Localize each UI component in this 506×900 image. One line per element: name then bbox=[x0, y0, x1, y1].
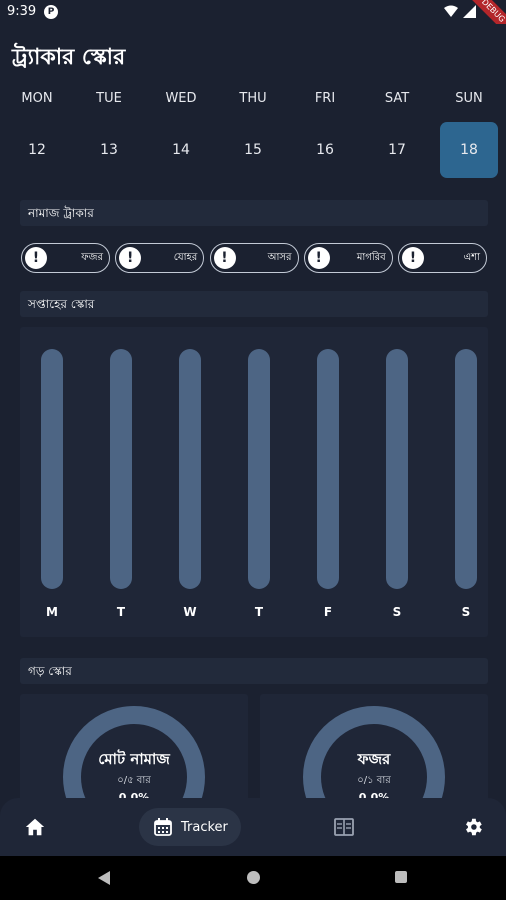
prayer-chip[interactable]: ! মাগরিব bbox=[303, 243, 393, 273]
weekly-score-header: সপ্তাহের স্কোর bbox=[20, 291, 488, 317]
settings-icon[interactable] bbox=[462, 816, 484, 838]
score-bar bbox=[455, 349, 477, 589]
status-time: 9:39 bbox=[7, 4, 37, 19]
day-mon[interactable]: MON 12 bbox=[8, 88, 66, 178]
system-navigation-bar bbox=[0, 856, 506, 900]
system-home-icon[interactable] bbox=[247, 871, 260, 884]
prayer-chip-label: এশা bbox=[463, 251, 480, 263]
recent-apps-icon[interactable] bbox=[395, 871, 407, 883]
exclamation-icon: ! bbox=[307, 247, 330, 269]
score-bar-label: T bbox=[254, 605, 264, 619]
prayer-chip[interactable]: ! এশা bbox=[398, 243, 487, 273]
back-icon[interactable] bbox=[97, 870, 111, 886]
prayer-chip[interactable]: ! আসর bbox=[209, 243, 299, 273]
average-score-header: গড় স্কোর bbox=[20, 658, 488, 684]
day-name: SAT bbox=[384, 91, 410, 106]
score-bar-label: S bbox=[392, 605, 402, 619]
day-sat[interactable]: SAT 17 bbox=[368, 88, 426, 178]
exclamation-icon: ! bbox=[25, 247, 47, 269]
weekly-score-chart: MTWTFSS bbox=[20, 327, 488, 637]
week-calendar: MON 12 TUE 13 WED 14 THU 15 FRI 16 SAT 17 SUN 18 bbox=[8, 88, 498, 178]
day-fri[interactable]: FRI 16 bbox=[296, 88, 354, 178]
card-count: ০/১ বার bbox=[357, 775, 391, 786]
score-bar-label: S bbox=[461, 605, 471, 619]
day-date: 17 bbox=[388, 142, 406, 158]
card-count: ০/৫ বার bbox=[117, 775, 151, 786]
day-tue[interactable]: TUE 13 bbox=[80, 88, 138, 178]
score-bar bbox=[248, 349, 270, 589]
day-date: 16 bbox=[316, 142, 334, 158]
nav-tracker-label: Tracker bbox=[181, 819, 228, 835]
score-bar-label: W bbox=[183, 605, 197, 619]
book-icon[interactable] bbox=[333, 816, 355, 838]
day-name: FRI bbox=[314, 91, 336, 106]
exclamation-icon: ! bbox=[402, 247, 424, 269]
prayer-tracker-header: নামাজ ট্রাকার bbox=[20, 200, 488, 226]
prayer-chip[interactable]: ! যোহর bbox=[115, 243, 205, 273]
status-icons bbox=[444, 5, 476, 18]
prayer-chip[interactable]: ! ফজর bbox=[21, 243, 110, 273]
prayer-chip-label: মাগরিব bbox=[356, 251, 386, 263]
prayer-chip-label: যোহর bbox=[173, 251, 198, 263]
prayer-chip-row: ! ফজর! যোহর! আসর! মাগরিব! এশা bbox=[21, 243, 487, 273]
day-name: WED bbox=[165, 91, 197, 106]
prayer-chip-label: আসর bbox=[267, 251, 292, 263]
score-bar bbox=[386, 349, 408, 589]
day-sun[interactable]: SUN 18 bbox=[440, 88, 498, 178]
day-thu[interactable]: THU 15 bbox=[224, 88, 282, 178]
score-bar bbox=[179, 349, 201, 589]
page-title: ট্র্যাকার স্কোর bbox=[12, 45, 126, 70]
score-bar bbox=[317, 349, 339, 589]
bottom-navigation: Tracker bbox=[0, 798, 506, 856]
app-screen: ট্র্যাকার স্কোর MON 12 TUE 13 WED 14 THU 15 FRI 1… bbox=[0, 24, 506, 856]
app-notification-icon: P bbox=[44, 5, 58, 19]
day-name: SUN bbox=[455, 91, 483, 106]
calendar-icon bbox=[154, 818, 172, 836]
score-bar-label: M bbox=[46, 605, 58, 619]
day-wed[interactable]: WED 14 bbox=[152, 88, 210, 178]
score-bar-label: T bbox=[116, 605, 126, 619]
exclamation-icon: ! bbox=[213, 247, 236, 269]
day-date: 14 bbox=[172, 142, 190, 158]
prayer-chip-label: ফজর bbox=[81, 251, 103, 263]
day-date: 15 bbox=[244, 142, 262, 158]
card-title: ফজর bbox=[357, 750, 391, 768]
score-bar-label: F bbox=[323, 605, 333, 619]
status-bar: 9:39 P DEBUG bbox=[0, 0, 506, 41]
signal-icon bbox=[463, 5, 476, 18]
day-date: 12 bbox=[28, 142, 46, 158]
day-name: MON bbox=[21, 91, 53, 106]
day-name: THU bbox=[239, 91, 267, 106]
score-bar bbox=[110, 349, 132, 589]
score-bar bbox=[41, 349, 63, 589]
wifi-icon bbox=[444, 5, 458, 17]
day-date: 18 bbox=[440, 122, 498, 178]
card-title: মোট নামাজ bbox=[98, 750, 170, 768]
exclamation-icon: ! bbox=[119, 247, 142, 269]
day-date: 13 bbox=[100, 142, 118, 158]
nav-tracker-button[interactable]: Tracker bbox=[139, 808, 241, 846]
day-name: TUE bbox=[96, 91, 122, 106]
home-icon[interactable] bbox=[24, 816, 46, 838]
